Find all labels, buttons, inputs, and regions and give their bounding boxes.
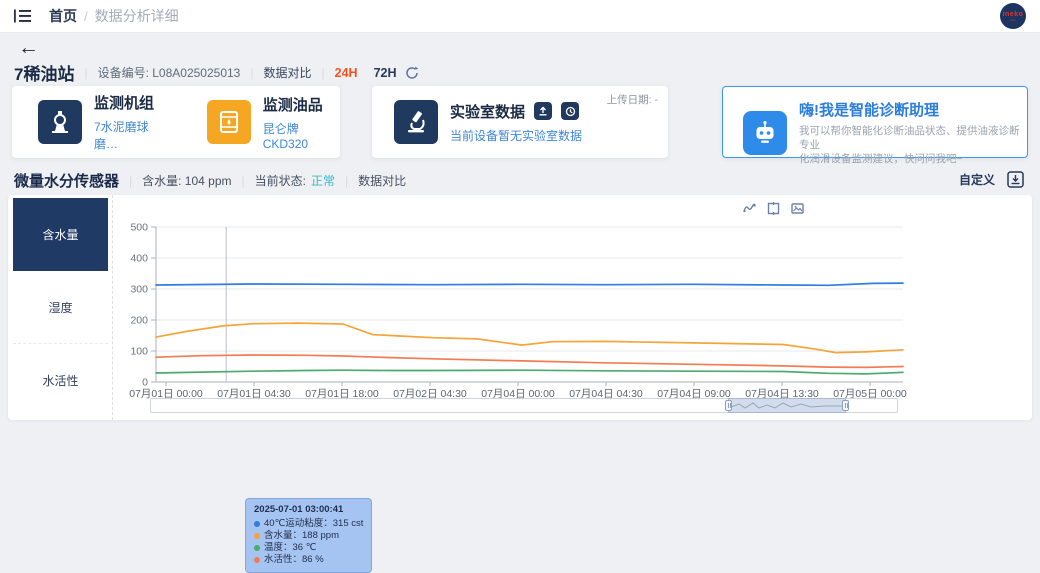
status-label: 当前状态: <box>255 172 306 189</box>
restore-line-icon[interactable] <box>743 202 756 215</box>
divider: | <box>250 66 253 80</box>
tooltip-row-moisture: 含水量：188 ppm <box>254 530 363 542</box>
data-compare-button[interactable]: 数据对比 <box>263 64 311 81</box>
breadcrumb-home[interactable]: 首页 <box>49 6 77 26</box>
divider: | <box>84 66 87 80</box>
monitored-unit-item[interactable]: 监测机组 7水泥磨球磨… <box>38 92 169 152</box>
upload-date: 上传日期: - <box>607 92 658 107</box>
tooltip-timestamp: 2025-07-01 03:00:41 <box>254 504 363 515</box>
top-navbar: 首页 / 数据分析详细 ineko ▪▪▪▪▪ <box>0 0 1040 33</box>
range-24h-button[interactable]: 24H <box>335 66 358 80</box>
collapse-menu-icon[interactable] <box>14 9 31 23</box>
tooltip-row-activity: 水活性：86 % <box>254 554 363 566</box>
datazoom-preview <box>729 399 845 412</box>
breadcrumb-current: 数据分析详细 <box>95 6 179 26</box>
avatar-logo-text: ineko <box>1003 11 1024 18</box>
divider: | <box>345 174 348 188</box>
moisture-reading: 含水量: 104 ppm <box>142 172 231 189</box>
datazoom-selected-window[interactable] <box>728 398 846 413</box>
y-axis-label-400: 400 <box>130 253 148 265</box>
refresh-icon[interactable] <box>405 66 419 80</box>
lab-subtitle: 当前设备暂无实验室数据 <box>450 127 582 144</box>
custom-button[interactable]: 自定义 <box>959 171 995 188</box>
datazoom-handle-left[interactable] <box>725 400 732 411</box>
y-axis-label-300: 300 <box>130 284 148 296</box>
series-dot-temperature <box>254 545 260 551</box>
y-axis-label-500: 500 <box>130 222 148 234</box>
tab-humidity[interactable]: 湿度 <box>13 271 108 344</box>
history-clock-icon[interactable] <box>561 102 579 120</box>
lab-data-card: 上传日期: - 实验室数据 <box>372 86 668 158</box>
chart-tab-column: 含水量 湿度 水活性 <box>8 195 113 420</box>
device-number: 设备编号: L08A025025013 <box>98 64 241 81</box>
oil-title: 监测油品 <box>263 94 340 115</box>
oil-subtitle[interactable]: 昆仑牌CKD320 <box>263 120 340 151</box>
divider: | <box>242 174 245 188</box>
assistant-desc-line2: 化润滑设备监测建议，快问问我吧~ <box>799 152 1027 166</box>
divider: | <box>322 66 325 80</box>
lab-title: 实验室数据 <box>450 101 525 122</box>
back-button[interactable]: ← <box>18 38 39 58</box>
status-badge: 正常 <box>311 172 335 189</box>
save-image-icon[interactable] <box>791 202 804 215</box>
machine-icon <box>38 100 82 144</box>
upload-icon[interactable] <box>534 102 552 120</box>
series-line-40℃运动粘度[interactable] <box>156 283 903 285</box>
assistant-desc-line1: 我可以帮你智能化诊断油品状态、提供油液诊断专业 <box>799 124 1027 152</box>
unit-subtitle[interactable]: 7水泥磨球磨… <box>94 118 169 152</box>
oil-drum-icon <box>207 100 251 144</box>
series-line-含水量[interactable] <box>156 323 903 353</box>
chart-card: 含水量 湿度 水活性 010020030040050007月01日 00:000… <box>8 195 1032 420</box>
tooltip-row-temperature: 温度：36 ℃ <box>254 542 363 554</box>
series-line-温度[interactable] <box>156 370 903 374</box>
assistant-title: 嗨!我是智能诊断助理 <box>799 99 1027 120</box>
breadcrumb-separator: / <box>84 9 88 24</box>
sensor-compare-button[interactable]: 数据对比 <box>358 172 406 189</box>
station-header: 7稀油站 | 设备编号: L08A025025013 | 数据对比 | 24H … <box>14 60 419 85</box>
tooltip-row-viscosity: 40℃运动粘度：315 cst <box>254 518 363 530</box>
avatar-logo-subtext: ▪▪▪▪▪ <box>1010 18 1015 22</box>
series-line-水活性[interactable] <box>156 355 903 367</box>
sensor-title: 微量水分传感器 <box>14 170 119 191</box>
ai-assistant-card[interactable]: 嗨!我是智能诊断助理 我可以帮你智能化诊断油品状态、提供油液诊断专业 化润滑设备… <box>722 86 1028 158</box>
y-axis-label-100: 100 <box>130 346 148 358</box>
divider: | <box>129 174 132 188</box>
avatar[interactable]: ineko ▪▪▪▪▪ <box>1000 3 1026 29</box>
sensor-section-header: 微量水分传感器 | 含水量: 104 ppm | 当前状态: 正常 | 数据对比 <box>14 170 406 191</box>
datazoom-slider-track[interactable] <box>150 398 898 413</box>
series-dot-activity <box>254 557 260 563</box>
export-download-icon[interactable] <box>1007 171 1024 188</box>
series-dot-viscosity <box>254 521 260 527</box>
monitored-oil-item[interactable]: 监测油品 昆仑牌CKD320 <box>207 94 340 151</box>
series-dot-moisture <box>254 533 260 539</box>
datazoom-handle-right[interactable] <box>842 400 849 411</box>
line-chart[interactable]: 010020030040050007月01日 00:0007月01日 04:30… <box>115 195 1032 420</box>
range-72h-button[interactable]: 72H <box>374 66 397 80</box>
robot-icon <box>743 111 787 155</box>
unit-title: 监测机组 <box>94 92 169 113</box>
chart-tooltip: 2025-07-01 03:00:41 40℃运动粘度：315 cst 含水量：… <box>245 498 372 573</box>
monitor-card: 监测机组 7水泥磨球磨… 监测油品 昆仑牌CKD320 <box>12 86 340 158</box>
microscope-icon <box>394 100 438 144</box>
chart-toolbox <box>743 202 804 215</box>
tab-moisture[interactable]: 含水量 <box>13 198 108 271</box>
zoom-frame-icon[interactable] <box>767 202 780 215</box>
page-title: 7稀油站 <box>14 60 74 85</box>
tab-water-activity[interactable]: 水活性 <box>13 344 108 417</box>
y-axis-label-0: 0 <box>142 377 148 389</box>
y-axis-label-200: 200 <box>130 315 148 327</box>
